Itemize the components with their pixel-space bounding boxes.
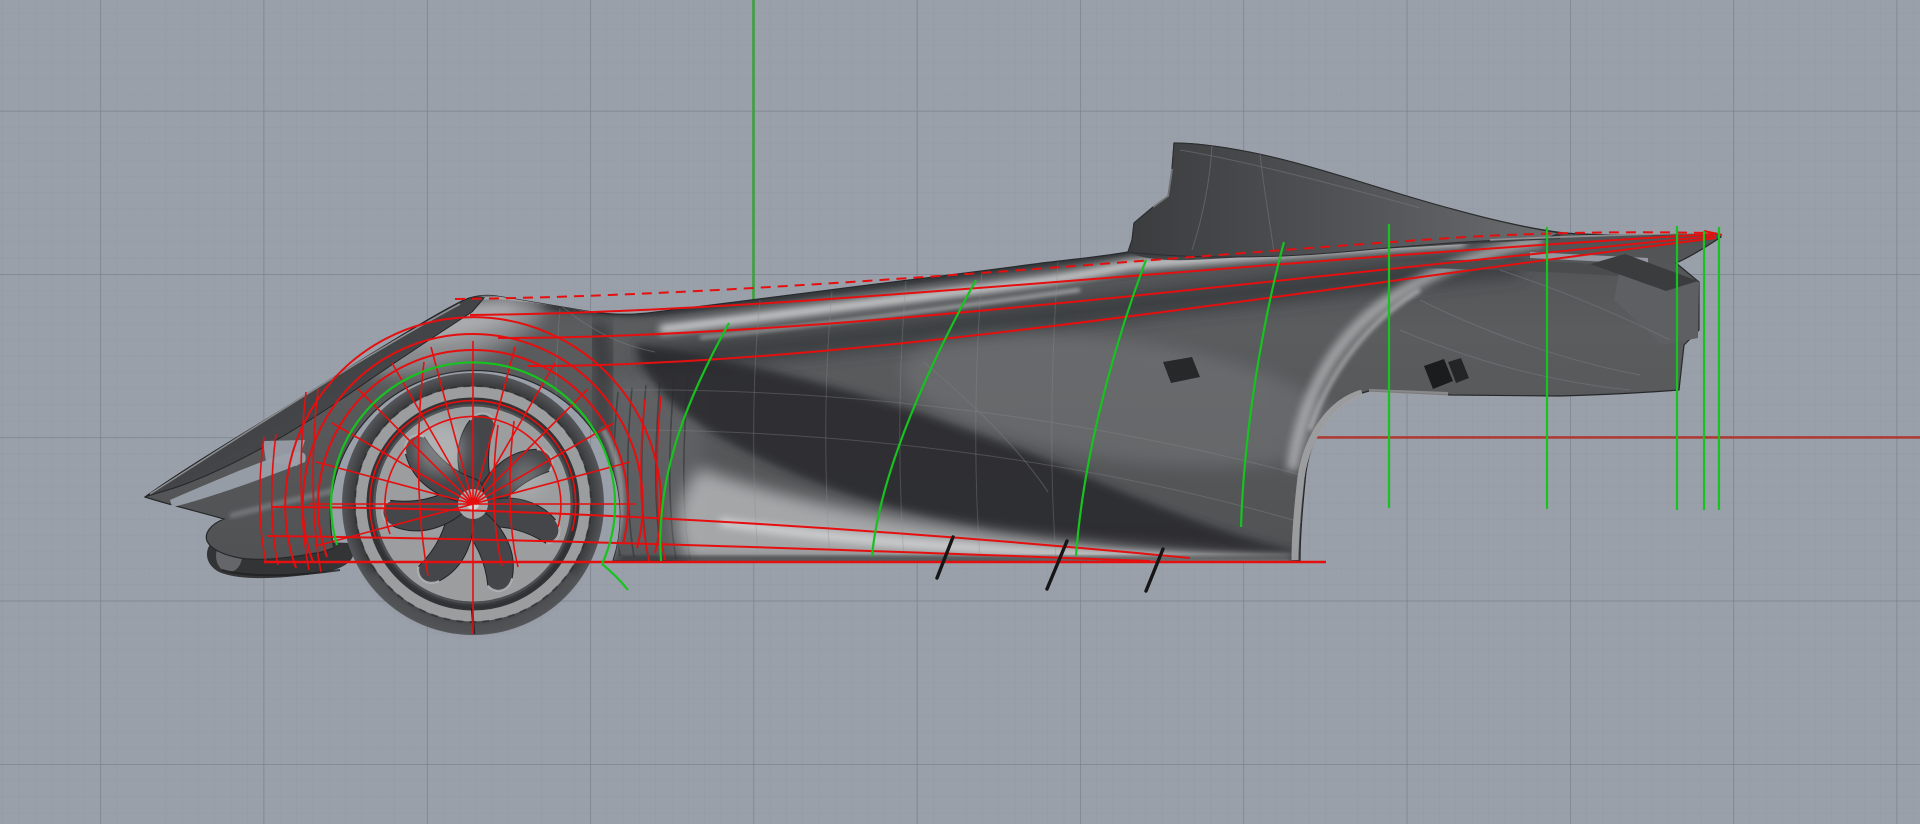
modeling-viewport[interactable] <box>0 0 1920 824</box>
